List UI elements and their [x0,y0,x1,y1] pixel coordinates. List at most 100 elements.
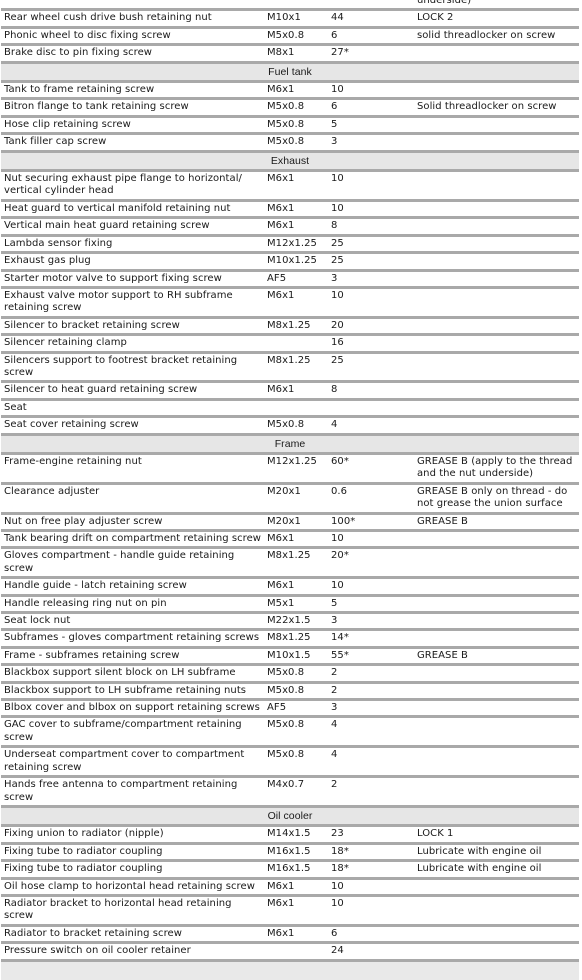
cell-thread: M5x0.8 [264,25,328,45]
cell-torque: 6 [328,25,415,45]
table-row: Gloves compartment - handle guide retain… [1,546,579,578]
cell-note [415,663,579,683]
cell-thread: M6x1 [264,169,328,201]
cell-name: Handle releasing ring nut on pin [1,593,264,613]
cell-name: Silencer retaining clamp [1,333,264,353]
table-row: Silencer to heat guard retaining screw M6… [1,380,579,400]
cell-name: Exhaust gas plug [1,251,264,270]
cell-thread: M6x1 [264,380,328,400]
cell-note [415,285,579,318]
cell-thread: M8x1.25 [264,350,328,382]
cell-note [415,610,579,630]
cell-thread: M10x1.5 [264,645,328,665]
cell-torque: 20 [328,315,415,335]
cell-note: underside) [417,0,472,6]
table-row: Tank bearing drift on compartment retain… [1,528,579,548]
cell-thread: M14x1.5 [264,824,328,844]
cell-torque: 10 [328,893,415,926]
table-row: Handle releasing ring nut on pin M5x1 5 [1,593,579,613]
table-row-partial: underside) [1,0,579,10]
cell-note: Solid threadlocker on screw [415,97,579,117]
cell-torque: 55* [328,645,415,665]
cell-note [415,315,579,335]
cell-note [415,546,579,578]
cell-name: Gloves compartment - handle guide retain… [1,546,264,578]
cell-name: Radiator to bracket retaining screw [1,923,264,943]
cell-note [415,941,579,961]
cell-name: Vertical main heat guard retaining screw [1,216,264,236]
cell-thread: M5x0.8 [264,132,328,152]
cell-name: Nut on free play adjuster screw [1,511,264,531]
cell-name: Hose clip retaining screw [1,114,264,134]
cell-name [1,0,264,10]
cell-note [415,876,579,896]
section-title: Fuel tank [1,60,579,82]
table-row: Tank filler cap screw M5x0.8 3 [1,132,579,152]
cell-note [415,593,579,613]
cell-torque: 27* [328,43,415,63]
cell-note [415,380,579,400]
cell-torque: 2 [328,680,415,700]
cell-thread [264,0,328,10]
cell-note [415,528,579,548]
cell-name: Pressure switch on oil cooler retainer [1,941,264,961]
cell-name: Hands free antenna to compartment retain… [1,775,264,807]
cell-thread: M5x0.8 [264,663,328,683]
cell-torque: 18* [328,841,415,861]
cell-torque: 25 [328,350,415,382]
cell-name: Silencer to heat guard retaining screw [1,380,264,400]
section-header: Fuel tank [1,60,579,82]
table-row: Phonic wheel to disc fixing screw M5x0.8 6… [1,25,579,45]
cell-name: Frame - subframes retaining screw [1,645,264,665]
cell-name: Seat cover retaining screw [1,415,264,435]
cell-torque: 2 [328,775,415,807]
cell-name: Tank filler cap screw [1,132,264,152]
table-row: Seat cover retaining screw M5x0.8 4 [1,415,579,435]
cell-torque: 10 [328,169,415,201]
table-row: Radiator to bracket retaining screw M6x1 6 [1,923,579,943]
cell-name: Starter motor valve to support fixing sc… [1,268,264,288]
cell-note [415,132,579,152]
cell-note: GREASE B [415,645,579,665]
cell-thread: M8x1 [264,43,328,63]
cell-name: Brake disc to pin fixing screw [1,43,264,63]
cell-note [415,251,579,270]
cell-thread: M8x1.25 [264,546,328,578]
cell-name: Fixing tube to radiator coupling [1,841,264,861]
cell-thread: M10x1 [264,8,328,28]
cell-thread [264,941,328,961]
table-row: Bitron flange to tank retaining screw M5x… [1,97,579,117]
cell-name: Tank bearing drift on compartment retain… [1,528,264,548]
table-row: Fixing union to radiator (nipple) M14x1.5… [1,824,579,844]
table-row: Frame - subframes retaining screw M10x1.5… [1,645,579,665]
cell-torque: 4 [328,745,415,777]
cell-thread: M6x1 [264,79,328,99]
cell-torque: 6 [328,923,415,943]
cell-torque: 10 [328,576,415,596]
cell-note [415,715,579,747]
table-row: Pressure switch on oil cooler retainer 24 [1,941,579,961]
table-row: Silencer to bracket retaining screw M8x1.… [1,315,579,335]
cell-name: Heat guard to vertical manifold retainin… [1,198,264,218]
cell-name: Blackbox support silent block on LH subf… [1,663,264,683]
cell-thread: M6x1 [264,893,328,926]
cell-thread: M5x0.8 [264,715,328,747]
torque-table: underside) Rear wheel cush drive bush re… [1,0,579,980]
cell-note: LOCK 1 [415,824,579,844]
cell-note [415,79,579,99]
cell-thread: M8x1.25 [264,628,328,648]
table-row: Silencer retaining clamp 16 [1,333,579,353]
section-header: Oil cooler [1,804,579,826]
cell-note [415,923,579,943]
cell-thread: M12x1.25 [264,451,328,484]
table-row: Nut securing exhaust pipe flange to hori… [1,169,579,201]
cell-note: GREASE B [415,511,579,531]
cell-torque: 25 [328,233,415,253]
cell-name: Fixing union to radiator (nipple) [1,824,264,844]
table-row: Seat [1,397,579,417]
cell-note [415,216,579,236]
cell-name: GAC cover to subframe/compartment retain… [1,715,264,747]
cell-name: Fixing tube to radiator coupling [1,859,264,879]
cell-name: Bitron flange to tank retaining screw [1,97,264,117]
cell-torque: 20* [328,546,415,578]
